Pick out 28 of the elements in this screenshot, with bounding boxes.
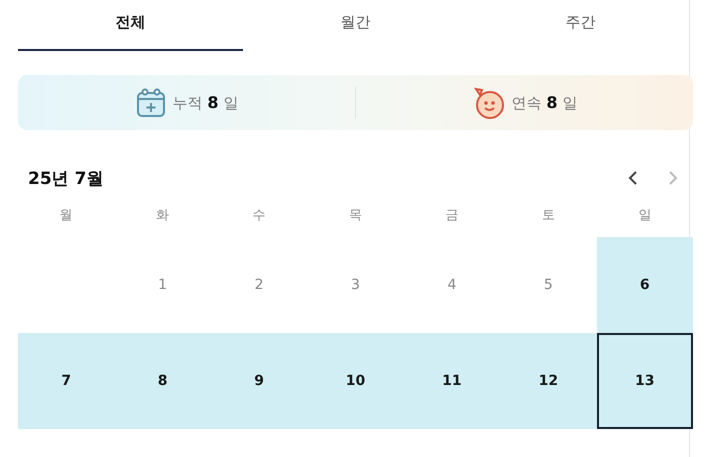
- day-cell[interactable]: 4: [404, 237, 500, 333]
- tab[interactable]: 월간: [243, 0, 468, 51]
- weekday-label: 수: [252, 206, 267, 224]
- day-cell[interactable]: 13: [596, 333, 693, 429]
- day-cell[interactable]: 2: [210, 237, 308, 333]
- weekday-label: 목: [348, 206, 363, 224]
- calendar-plus-icon: [134, 86, 167, 118]
- day-cell[interactable]: 9: [210, 333, 308, 429]
- weekday-label: 화: [155, 206, 170, 224]
- stat-text: 누적 8 일: [172, 92, 238, 112]
- weekday-label: 월: [58, 206, 74, 224]
- stat-text: 연속 8 일: [512, 92, 578, 112]
- tab[interactable]: 전체: [18, 0, 243, 51]
- day-cell[interactable]: 11: [404, 333, 500, 429]
- month-title: 25년 7월: [27, 168, 104, 190]
- day-cell[interactable]: 1: [114, 237, 211, 333]
- day-cell[interactable]: 3: [307, 237, 404, 333]
- weekday-label: 토: [540, 206, 556, 224]
- day-cell[interactable]: 8: [114, 333, 211, 429]
- weekday-label: 금: [444, 206, 460, 224]
- tab[interactable]: 주간: [468, 0, 693, 51]
- day-cell[interactable]: 7: [18, 333, 114, 429]
- day-cell[interactable]: 10: [307, 333, 404, 429]
- day-cell[interactable]: 12: [500, 333, 597, 429]
- weekday-label: 일: [637, 206, 652, 224]
- smiley-face-icon: [472, 86, 506, 120]
- day-cell[interactable]: 6: [596, 237, 693, 333]
- day-cell[interactable]: 5: [500, 237, 597, 333]
